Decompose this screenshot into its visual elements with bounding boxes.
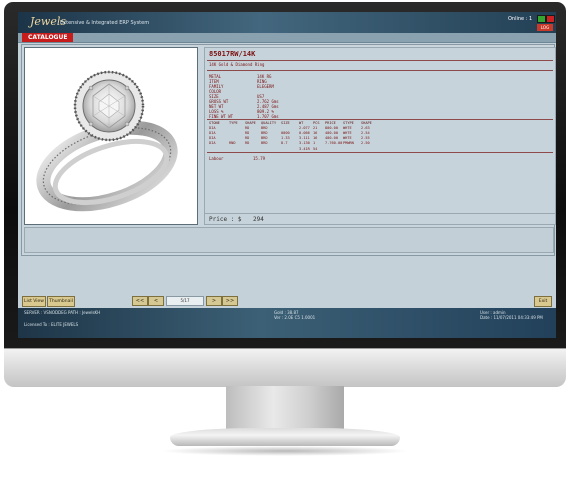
- logout-button[interactable]: LOG: [537, 24, 553, 31]
- thumbnail-button[interactable]: Thumbnail: [47, 296, 75, 307]
- tab-catalogue[interactable]: CATALOGUE: [22, 33, 74, 42]
- price-label: Price : $: [209, 216, 242, 223]
- price-value: 294: [253, 216, 264, 223]
- last-page-button[interactable]: >>: [222, 296, 238, 306]
- online-count: Online : 1: [508, 16, 533, 22]
- ring-image: [36, 70, 178, 212]
- bottom-toolbar: List View Thumbnail << < 5/17 > >> Exit: [18, 294, 556, 308]
- minimize-icon[interactable]: [537, 15, 546, 23]
- screen: Jewels Extensive & Integrated ERP System…: [18, 12, 556, 338]
- status-bar: SERVER : VSNODDEG PATH : JewelsKH Licens…: [18, 308, 556, 338]
- close-icon[interactable]: [546, 15, 555, 23]
- section-bar: CATALOGUE: [18, 33, 556, 43]
- product-image-panel[interactable]: [24, 47, 198, 225]
- monitor-stand-foot: [170, 428, 400, 446]
- labour-value: 15.79: [253, 156, 266, 161]
- monitor-stand-shadow: [160, 446, 410, 456]
- product-details-panel: 85017RW/14K 14K Gold & Diamond Ring META…: [204, 47, 556, 225]
- divider: [207, 152, 553, 153]
- divider: [207, 60, 553, 61]
- title-bar: Jewels Extensive & Integrated ERP System…: [18, 12, 556, 33]
- first-page-button[interactable]: <<: [132, 296, 148, 306]
- monitor-chin: [4, 348, 566, 387]
- status-date: Date : 11/07/2011 04:33:49 PM: [480, 315, 543, 320]
- price-row: Price : $ 294: [205, 213, 555, 224]
- product-description: 14K Gold & Diamond Ring: [209, 62, 265, 67]
- monitor-stand-neck: [226, 386, 344, 430]
- product-code: 85017RW/14K: [209, 50, 256, 58]
- labour-row: Labour 15.79: [209, 156, 265, 161]
- status-licensed: Licensed To : ELITE JEWELS: [24, 322, 79, 327]
- divider: [207, 70, 553, 71]
- page-indicator: 5/17: [166, 296, 204, 306]
- list-view-button[interactable]: List View: [22, 296, 46, 307]
- exit-button[interactable]: Exit: [534, 296, 552, 307]
- prev-page-button[interactable]: <: [148, 296, 164, 306]
- divider: [207, 119, 553, 120]
- monitor: Jewels Extensive & Integrated ERP System…: [0, 0, 570, 478]
- lower-panel: [24, 227, 554, 253]
- catalogue-content: 85017RW/14K 14K Gold & Diamond Ring META…: [21, 44, 556, 256]
- status-version: Ver : 2.0E C5 1.0001: [274, 315, 316, 320]
- next-page-button[interactable]: >: [206, 296, 222, 306]
- app-tagline: Extensive & Integrated ERP System: [60, 20, 150, 26]
- labour-label: Labour: [209, 156, 224, 161]
- status-server: SERVER : VSNODDEG PATH : JewelsKH: [24, 310, 101, 315]
